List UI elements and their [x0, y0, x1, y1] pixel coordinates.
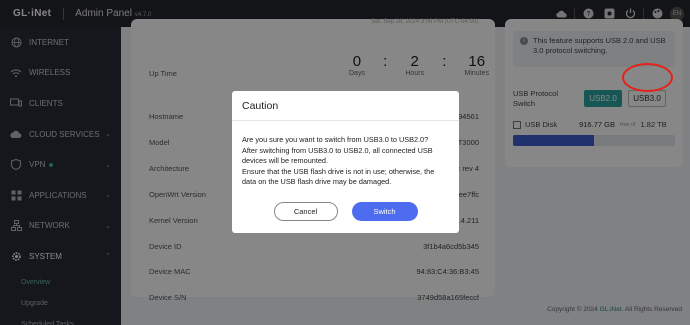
dialog-body: Are you sure you want to switch from USB…	[232, 121, 459, 188]
switch-button[interactable]: Switch	[351, 202, 418, 221]
dialog-line: Are you sure you want to switch from USB…	[242, 135, 429, 144]
dialog-actions: Cancel Switch	[232, 202, 459, 221]
dialog-line: Ensure that the USB flash drive is not i…	[242, 166, 435, 187]
dialog-title: Caution	[232, 91, 459, 121]
dialog-line: After switching from USB3.0 to USB2.0, a…	[242, 145, 433, 166]
annotation-circle	[622, 63, 673, 92]
cancel-button[interactable]: Cancel	[273, 202, 338, 221]
caution-dialog: Caution Are you sure you want to switch …	[232, 91, 459, 233]
